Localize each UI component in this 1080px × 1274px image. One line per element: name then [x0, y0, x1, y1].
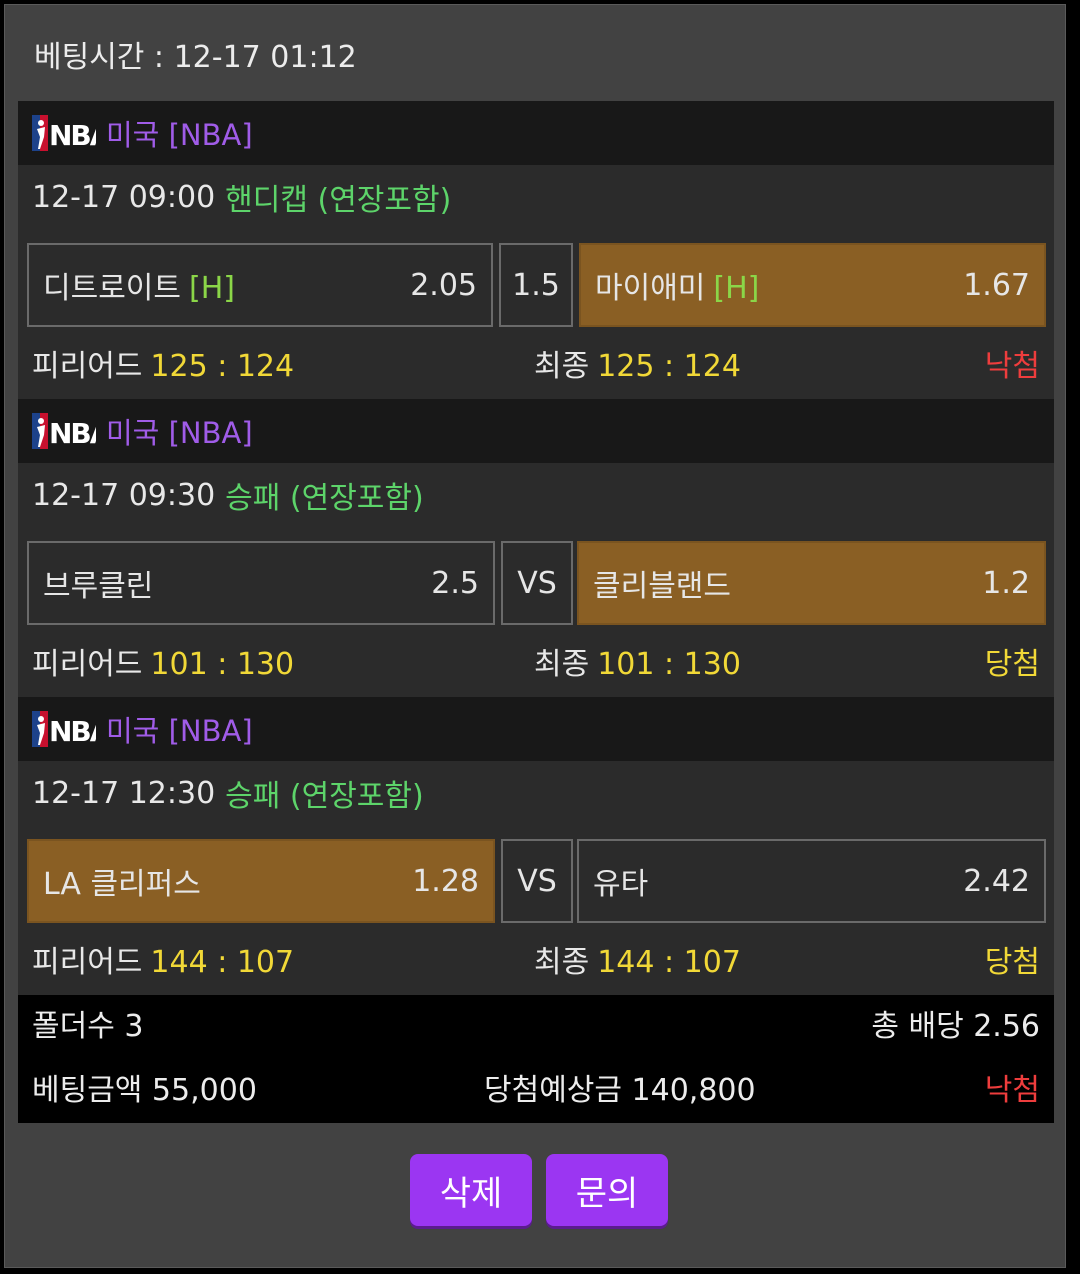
odds-row: 브루클린 2.5 VS 클리블랜드 1.2	[18, 527, 1054, 633]
away-team-name: 유타	[593, 867, 649, 902]
league-name: 미국 [NBA]	[106, 118, 253, 152]
away-team-name: 클리블랜드	[593, 569, 731, 604]
home-team-name: 디트로이트	[43, 271, 181, 306]
inquiry-button[interactable]: 문의	[546, 1154, 668, 1226]
away-tag: [H]	[713, 271, 760, 306]
summary-result: 낙첨	[984, 1073, 1040, 1108]
game-datetime: 12-17 12:30	[32, 775, 216, 811]
odds-row: LA 클리퍼스 1.28 VS 유타 2.42	[18, 825, 1054, 931]
center-value: 1.5	[512, 267, 560, 303]
handicap-value: 1.5	[499, 243, 573, 327]
center-value: VS	[517, 565, 557, 601]
result-badge: 당첨	[984, 647, 1040, 682]
home-team-name: LA 클리퍼스	[43, 867, 201, 902]
period-label: 피리어드	[32, 647, 143, 682]
versus-label: VS	[501, 541, 573, 625]
game-info: 12-17 09:30 승패 (연장포함)	[18, 463, 1054, 527]
bet-amount: 베팅금액 55,000	[32, 1073, 257, 1108]
game-info: 12-17 09:00 핸디캡 (연장포함)	[18, 165, 1054, 229]
svg-text:NBA: NBA	[49, 119, 96, 151]
home-odd: 2.05	[410, 267, 477, 303]
odds-row: 디트로이트 [H] 2.05 1.5 마이애미 [H] 1.67	[18, 229, 1054, 335]
market-type: 승패 (연장포함)	[225, 779, 424, 814]
home-odd: 2.5	[431, 565, 479, 601]
center-value: VS	[517, 863, 557, 899]
away-odds-button[interactable]: 클리블랜드 1.2	[577, 541, 1046, 625]
game-datetime: 12-17 09:30	[32, 477, 216, 513]
result-badge: 낙첨	[984, 349, 1040, 384]
home-odd: 1.28	[412, 863, 479, 899]
final-label: 최종	[534, 647, 590, 682]
expected-winnings: 당첨예상금 140,800	[484, 1073, 756, 1108]
home-odds-button[interactable]: LA 클리퍼스 1.28	[27, 839, 495, 923]
result-badge: 당첨	[984, 945, 1040, 980]
bet-time: 베팅시간 : 12-17 01:12	[34, 40, 357, 75]
svg-text:NBA: NBA	[49, 715, 96, 747]
away-odd: 1.2	[982, 565, 1030, 601]
home-team-name: 브루클린	[43, 569, 154, 604]
away-odds-button[interactable]: 유타 2.42	[577, 839, 1046, 923]
period-score: 101 : 130	[150, 647, 295, 682]
total-odds: 총 배당 2.56	[871, 1009, 1040, 1044]
nba-logo-icon: NBA	[32, 711, 96, 747]
away-odd: 1.67	[963, 267, 1030, 303]
league-header: NBA 미국 [NBA]	[18, 399, 1054, 463]
away-odds-button[interactable]: 마이애미 [H] 1.67	[579, 243, 1046, 327]
game-info: 12-17 12:30 승패 (연장포함)	[18, 761, 1054, 825]
period-score: 125 : 124	[150, 349, 295, 384]
result-row: 피리어드 144 : 107 최종 144 : 107 당첨	[18, 931, 1054, 995]
period-label: 피리어드	[32, 349, 143, 384]
final-score: 125 : 124	[597, 349, 741, 384]
home-tag: [H]	[189, 271, 235, 306]
bet-list: NBA 미국 [NBA] 12-17 09:00 핸디캡 (연장포함) 디트로이…	[18, 101, 1054, 1123]
game-datetime: 12-17 09:00	[32, 179, 216, 215]
result-row: 피리어드 125 : 124 최종 125 : 124 낙첨	[18, 335, 1054, 399]
home-odds-button[interactable]: 브루클린 2.5	[27, 541, 495, 625]
bet-summary: 폴더수 3 총 배당 2.56 베팅금액 55,000 당첨예상금 140,80…	[18, 995, 1054, 1123]
final-score: 144 : 107	[597, 945, 741, 980]
svg-text:NBA: NBA	[49, 417, 96, 449]
final-label: 최종	[534, 349, 590, 384]
versus-label: VS	[501, 839, 573, 923]
final-label: 최종	[534, 945, 590, 980]
period-score: 144 : 107	[150, 945, 295, 980]
delete-button[interactable]: 삭제	[410, 1154, 532, 1226]
result-row: 피리어드 101 : 130 최종 101 : 130 당첨	[18, 633, 1054, 697]
final-score: 101 : 130	[597, 647, 741, 682]
folder-count: 폴더수 3	[32, 1009, 144, 1044]
away-odd: 2.42	[963, 863, 1030, 899]
nba-logo-icon: NBA	[32, 413, 96, 449]
market-type: 핸디캡 (연장포함)	[225, 183, 452, 218]
period-label: 피리어드	[32, 945, 143, 980]
league-header: NBA 미국 [NBA]	[18, 101, 1054, 165]
home-odds-button[interactable]: 디트로이트 [H] 2.05	[27, 243, 493, 327]
away-team-name: 마이애미	[595, 271, 706, 306]
market-type: 승패 (연장포함)	[225, 481, 424, 516]
league-name: 미국 [NBA]	[106, 714, 253, 748]
nba-logo-icon: NBA	[32, 115, 96, 151]
league-name: 미국 [NBA]	[106, 416, 253, 450]
league-header: NBA 미국 [NBA]	[18, 697, 1054, 761]
